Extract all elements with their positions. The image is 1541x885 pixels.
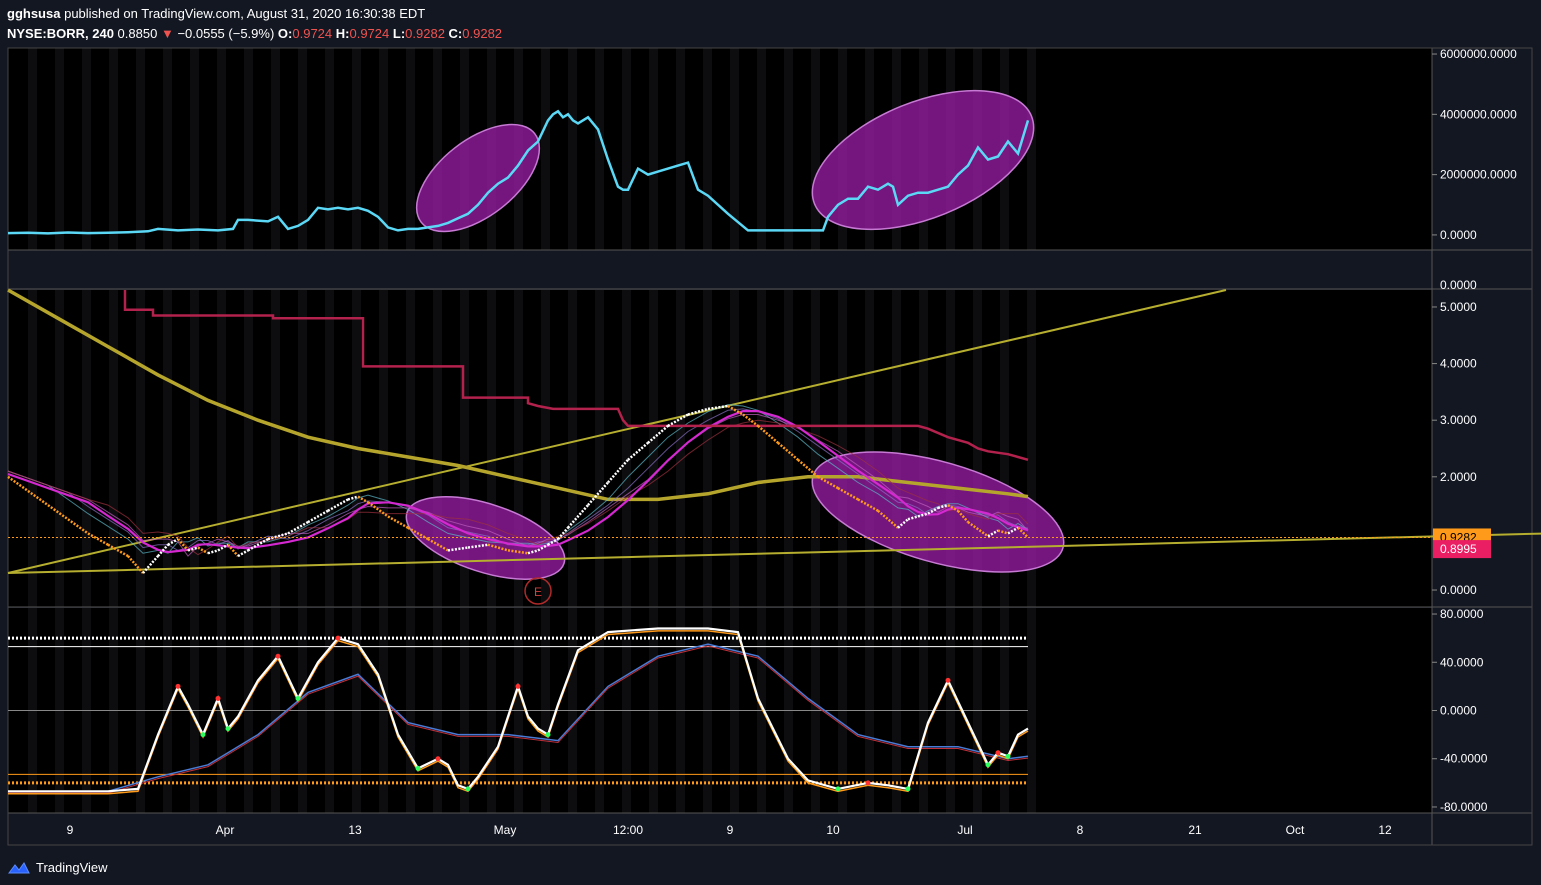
x-tick-label: 12 xyxy=(1378,823,1392,837)
turning-point-marker xyxy=(1005,753,1011,759)
session-stripe xyxy=(757,290,766,607)
session-stripe xyxy=(136,48,145,250)
y-tick-label: -80.0000 xyxy=(1440,800,1488,814)
session-stripe xyxy=(136,290,145,607)
x-tick-label: 9 xyxy=(67,823,74,837)
y-tick-label: 3.0000 xyxy=(1440,413,1477,427)
brand-name: TradingView xyxy=(36,860,108,875)
session-stripe xyxy=(622,290,631,607)
y-tick-label: 0.0000 xyxy=(1440,278,1477,292)
y-tick-label: 80.0000 xyxy=(1440,607,1484,621)
x-tick-label: 12:00 xyxy=(613,823,643,837)
session-stripe xyxy=(28,290,37,607)
turning-point-marker xyxy=(905,786,911,792)
session-stripe xyxy=(433,290,442,607)
session-stripe xyxy=(865,290,874,607)
y-tick-label: 40.0000 xyxy=(1440,655,1484,669)
turning-point-marker xyxy=(465,786,471,792)
turning-point-marker xyxy=(945,677,951,683)
y-tick-label: 6000000.0000 xyxy=(1440,47,1517,61)
turning-point-marker xyxy=(415,765,421,771)
session-stripe xyxy=(163,48,172,250)
session-stripe xyxy=(811,48,820,250)
x-tick-label: May xyxy=(494,823,517,837)
stop-price-label: 0.8995 xyxy=(1440,542,1477,556)
y-tick-label: 2000000.0000 xyxy=(1440,168,1517,182)
x-tick-label: 8 xyxy=(1077,823,1084,837)
session-stripe xyxy=(406,290,415,607)
session-stripe xyxy=(595,48,604,250)
session-stripe xyxy=(325,290,334,607)
tradingview-logo-icon xyxy=(8,861,30,873)
footer-brand[interactable]: TradingView xyxy=(8,860,108,875)
turning-point-marker xyxy=(435,756,441,762)
y-tick-label: -40.0000 xyxy=(1440,752,1488,766)
session-stripe xyxy=(595,290,604,607)
session-stripe xyxy=(703,48,712,250)
session-stripe xyxy=(163,290,172,607)
y-tick-label: 0.0000 xyxy=(1440,583,1477,597)
session-stripe xyxy=(757,48,766,250)
session-stripe xyxy=(676,48,685,250)
session-stripe xyxy=(784,290,793,607)
session-stripe xyxy=(82,48,91,250)
session-stripe xyxy=(109,290,118,607)
turning-point-marker xyxy=(225,726,231,732)
session-stripe xyxy=(217,48,226,250)
session-stripe xyxy=(217,290,226,607)
y-tick-label: 2.0000 xyxy=(1440,470,1477,484)
turning-point-marker xyxy=(335,635,341,641)
session-stripe xyxy=(1027,608,1036,813)
session-stripe xyxy=(325,48,334,250)
earnings-marker-label: E xyxy=(534,585,542,599)
session-stripe xyxy=(703,290,712,607)
turning-point-marker xyxy=(275,653,281,659)
x-tick-label: Oct xyxy=(1286,823,1305,837)
x-tick-label: 10 xyxy=(826,823,840,837)
turning-point-marker xyxy=(995,750,1001,756)
y-tick-label: 0.0000 xyxy=(1440,228,1477,242)
session-stripe xyxy=(730,290,739,607)
session-stripe xyxy=(379,290,388,607)
x-tick-label: 13 xyxy=(348,823,362,837)
session-stripe xyxy=(784,48,793,250)
session-stripe xyxy=(190,48,199,250)
session-stripe xyxy=(298,48,307,250)
x-tick-label: 21 xyxy=(1188,823,1202,837)
x-tick-label: 9 xyxy=(727,823,734,837)
session-stripe xyxy=(811,290,820,607)
session-stripe xyxy=(622,48,631,250)
session-stripe xyxy=(298,290,307,607)
session-stripe xyxy=(244,290,253,607)
session-stripe xyxy=(109,48,118,250)
y-tick-label: 0.0000 xyxy=(1440,704,1477,718)
y-tick-label: 5.0000 xyxy=(1440,300,1477,314)
turning-point-marker xyxy=(835,786,841,792)
turning-point-marker xyxy=(215,695,221,701)
session-stripe xyxy=(28,48,37,250)
turning-point-marker xyxy=(985,762,991,768)
turning-point-marker xyxy=(545,732,551,738)
turning-point-marker xyxy=(200,732,206,738)
turning-point-marker xyxy=(515,683,521,689)
session-stripe xyxy=(568,48,577,250)
session-stripe xyxy=(271,290,280,607)
x-tick-label: Apr xyxy=(216,823,235,837)
turning-point-marker xyxy=(175,683,181,689)
session-stripe xyxy=(649,48,658,250)
session-stripe xyxy=(190,290,199,607)
y-tick-label: 4.0000 xyxy=(1440,357,1477,371)
y-tick-label: 4000000.0000 xyxy=(1440,107,1517,121)
chart-canvas[interactable]: 6000000.0000 4000000.0000 2000000.0000 0.00… xyxy=(0,0,1541,885)
session-stripe xyxy=(55,48,64,250)
session-stripe xyxy=(406,48,415,250)
session-stripe xyxy=(541,48,550,250)
session-stripe xyxy=(352,48,361,250)
turning-point-marker xyxy=(295,695,301,701)
turning-point-marker xyxy=(865,780,871,786)
x-tick-label: Jul xyxy=(957,823,972,837)
session-stripe xyxy=(892,290,901,607)
